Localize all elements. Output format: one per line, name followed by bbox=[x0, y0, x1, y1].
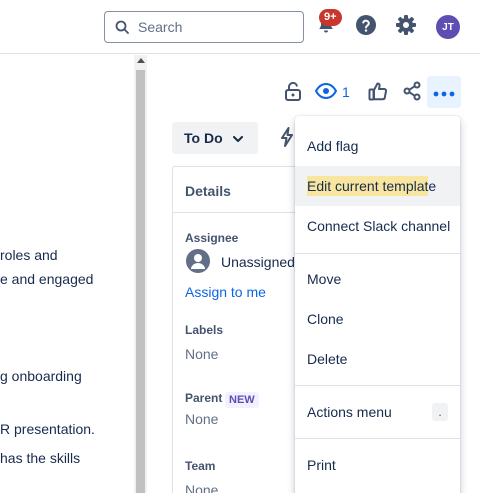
help-icon bbox=[355, 14, 377, 39]
menu-item-label: Move bbox=[307, 271, 342, 287]
parent-value[interactable]: None bbox=[185, 411, 218, 427]
labels-value[interactable]: None bbox=[185, 346, 218, 362]
help-button[interactable] bbox=[354, 14, 378, 38]
menu-item-label: Actions menu bbox=[307, 404, 392, 420]
menu-item-label: Delete bbox=[307, 351, 348, 367]
menu-divider bbox=[295, 438, 460, 439]
assign-to-me-link[interactable]: Assign to me bbox=[185, 284, 266, 300]
share-icon bbox=[402, 81, 422, 104]
assignee-label: Assignee bbox=[185, 231, 239, 245]
unassigned-avatar-icon bbox=[186, 249, 210, 273]
more-actions-button[interactable] bbox=[427, 76, 461, 108]
menu-item-print[interactable]: Print bbox=[295, 445, 460, 485]
status-label: To Do bbox=[184, 130, 223, 146]
assignee-value[interactable]: Unassigned bbox=[221, 254, 295, 270]
menu-item-label: Clone bbox=[307, 311, 344, 327]
menu-item-clone[interactable]: Clone bbox=[295, 299, 460, 339]
watch-count[interactable]: 1 bbox=[342, 84, 350, 100]
search-placeholder: Search bbox=[138, 19, 183, 35]
menu-item-label-rest: e bbox=[428, 178, 437, 194]
team-value[interactable]: None bbox=[185, 482, 218, 493]
labels-label: Labels bbox=[185, 323, 224, 337]
menu-item-delete[interactable]: Delete bbox=[295, 339, 460, 379]
parent-label: Parent bbox=[185, 391, 223, 405]
menu-item-label: Add flag bbox=[307, 138, 359, 154]
watch-button[interactable] bbox=[314, 80, 338, 104]
description-line: e and engaged bbox=[0, 271, 94, 287]
menu-item-actions-menu[interactable]: Actions menu . bbox=[295, 392, 460, 432]
team-label: Team bbox=[185, 459, 216, 473]
menu-divider bbox=[295, 385, 460, 386]
details-header[interactable]: Details bbox=[173, 167, 311, 213]
unlock-icon bbox=[284, 81, 302, 104]
status-dropdown[interactable]: To Do bbox=[172, 122, 258, 154]
description-line: g onboarding bbox=[0, 368, 82, 384]
menu-item-label: Connect Slack channel bbox=[307, 218, 451, 234]
top-navigation: Search 9+ JT bbox=[0, 0, 480, 54]
lightning-bolt-icon bbox=[280, 126, 294, 150]
description-line: roles and bbox=[0, 247, 58, 263]
menu-item-label: Print bbox=[307, 457, 336, 473]
chevron-down-icon bbox=[232, 130, 243, 146]
menu-item-add-flag[interactable]: Add flag bbox=[295, 126, 460, 166]
keyboard-shortcut: . bbox=[432, 403, 448, 421]
menu-item-connect-slack-channel[interactable]: Connect Slack channel bbox=[295, 206, 460, 246]
eye-icon bbox=[314, 82, 338, 102]
menu-item-edit-current-template[interactable]: Edit current templat e bbox=[295, 166, 460, 206]
settings-button[interactable] bbox=[394, 14, 418, 38]
gear-icon bbox=[395, 14, 417, 39]
vote-button[interactable] bbox=[366, 80, 390, 104]
search-icon bbox=[114, 19, 130, 35]
search-input[interactable]: Search bbox=[104, 11, 304, 43]
scrollbar-thumb[interactable] bbox=[136, 70, 145, 493]
scroll-up-arrow-icon[interactable] bbox=[137, 58, 145, 63]
user-avatar[interactable]: JT bbox=[436, 15, 460, 39]
more-actions-menu: Add flag Edit current templat e Connect S… bbox=[295, 116, 460, 493]
menu-item-move[interactable]: Move bbox=[295, 259, 460, 299]
share-button[interactable] bbox=[400, 80, 424, 104]
restrictions-button[interactable] bbox=[281, 80, 305, 104]
description-line: R presentation. bbox=[0, 421, 95, 437]
thumbs-up-icon bbox=[368, 81, 388, 104]
details-title: Details bbox=[185, 183, 231, 199]
more-horizontal-icon bbox=[433, 84, 455, 100]
description-line: has the skills bbox=[0, 450, 81, 466]
notifications-badge: 9+ bbox=[319, 9, 342, 26]
menu-divider bbox=[295, 253, 460, 254]
new-badge: NEW bbox=[225, 392, 259, 408]
search-highlight: Edit current templat bbox=[307, 176, 429, 196]
